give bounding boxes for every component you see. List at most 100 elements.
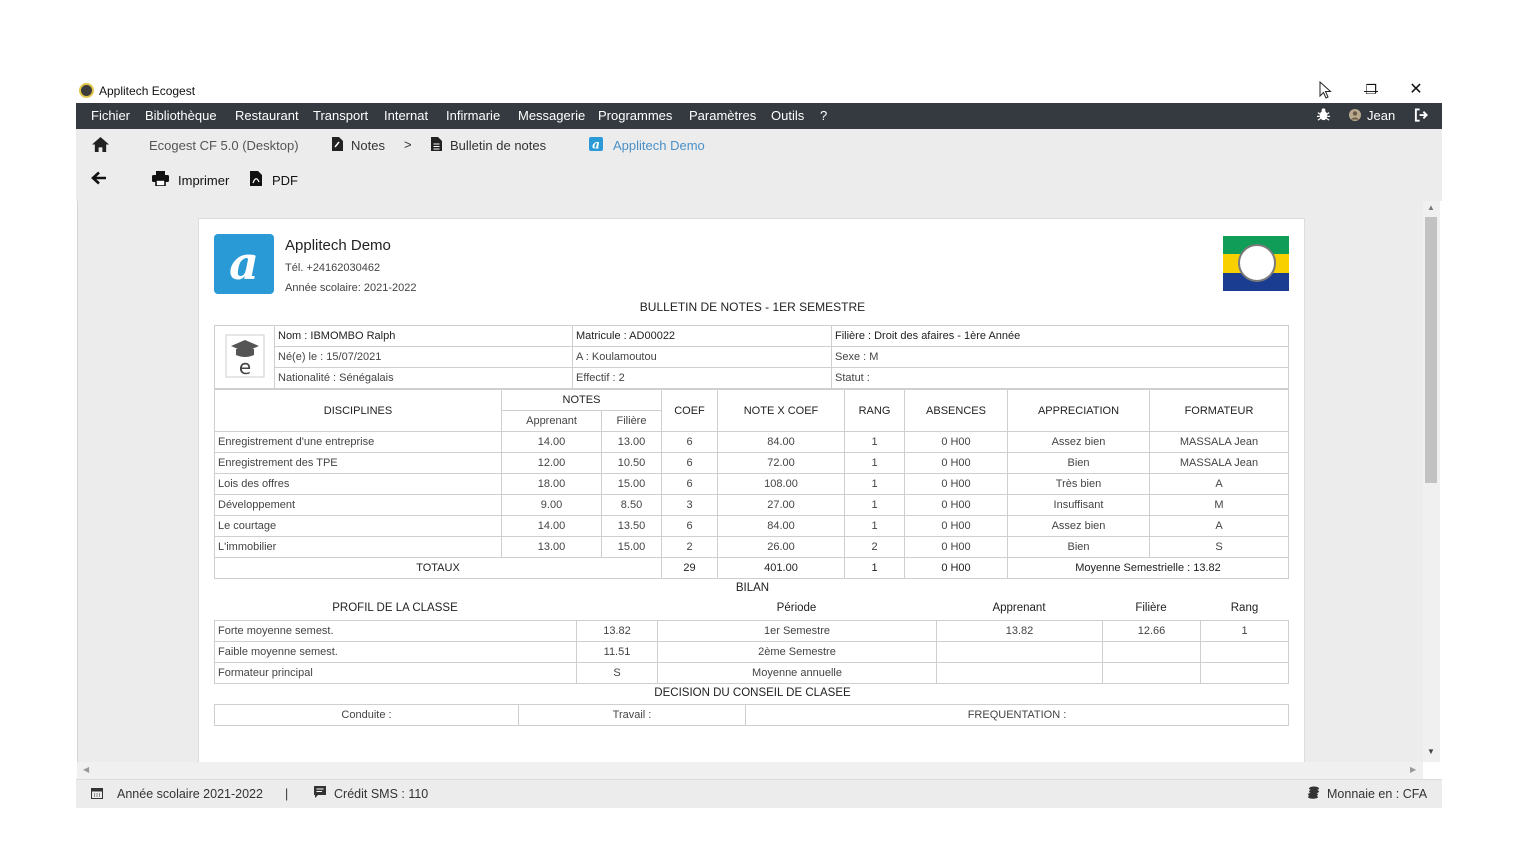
print-button[interactable]: Imprimer	[178, 173, 229, 188]
menu-parametres[interactable]: Paramètres	[689, 108, 756, 123]
cell-profil-value: 13.82	[576, 620, 658, 642]
sms-icon	[314, 786, 326, 802]
menu-internat[interactable]: Internat	[384, 108, 428, 123]
cell-appreciation: Bien	[1007, 452, 1150, 474]
school-year: Année scolaire: 2021-2022	[285, 282, 417, 294]
col-disciplines: DISCIPLINES	[214, 389, 502, 432]
cell-rang: 2	[844, 536, 905, 558]
cell-appreciation: Insuffisant	[1007, 494, 1150, 516]
student-filiere: Filière : Droit des afaires - 1ère Année	[831, 325, 1289, 347]
cell-appreciation: Bien	[1007, 536, 1150, 558]
breadcrumb-separator: >	[404, 137, 412, 152]
cell-apprenant: 9.00	[501, 494, 602, 516]
cell-periode-apprenant	[936, 662, 1103, 684]
cell-periode-filiere	[1102, 641, 1201, 663]
student-sexe: Sexe : M	[831, 346, 1289, 368]
back-arrow-icon[interactable]	[91, 171, 107, 188]
gabon-flag-seal-icon	[1223, 236, 1289, 291]
school-logo: a	[214, 234, 274, 294]
menu-messagerie[interactable]: Messagerie	[518, 108, 585, 123]
col-formateur: FORMATEUR	[1149, 389, 1289, 432]
menu-programmes[interactable]: Programmes	[598, 108, 672, 123]
pdf-file-icon[interactable]	[250, 171, 262, 189]
decision-title: DECISION DU CONSEIL DE CLASEE	[654, 687, 851, 699]
student-avatar: e	[214, 325, 275, 389]
notes-file-icon	[332, 137, 343, 154]
breadcrumb-school[interactable]: Applitech Demo	[613, 138, 705, 153]
cell-discipline: Développement	[214, 494, 502, 516]
col-notes: NOTES	[501, 389, 662, 411]
vertical-scroll-thumb[interactable]	[1425, 217, 1437, 483]
decision-frequentation: FREQUENTATION :	[745, 704, 1289, 726]
scroll-up-icon[interactable]: ▲	[1427, 203, 1435, 212]
menu-fichier[interactable]: Fichier	[91, 108, 130, 123]
cell-formateur: M	[1149, 494, 1289, 516]
cell-note-x-coef: 72.00	[717, 452, 845, 474]
breadcrumb-app[interactable]: Ecogest CF 5.0 (Desktop)	[149, 138, 299, 153]
menu-transport[interactable]: Transport	[313, 108, 368, 123]
totals-coef: 29	[661, 557, 718, 579]
cell-discipline: Lois des offres	[214, 473, 502, 495]
window-title: Applitech Ecogest	[99, 84, 196, 98]
status-school-year: Année scolaire 2021-2022	[117, 787, 263, 801]
menu-outils[interactable]: Outils	[771, 108, 804, 123]
cell-profil-value: 11.51	[576, 641, 658, 663]
decision-table: Conduite : Travail : FREQUENTATION :	[214, 704, 1289, 726]
user-name[interactable]: Jean	[1367, 108, 1395, 123]
cell-appreciation: Assez bien	[1007, 515, 1150, 537]
logout-icon[interactable]	[1414, 108, 1429, 125]
cell-absences: 0 H00	[904, 431, 1008, 453]
cell-filiere: 15.00	[601, 473, 662, 495]
pdf-button[interactable]: PDF	[272, 173, 298, 188]
profil-title: PROFIL DE LA CLASSE	[332, 602, 458, 614]
cell-absences: 0 H00	[904, 515, 1008, 537]
cell-formateur: MASSALA Jean	[1149, 452, 1289, 474]
col-coef: COEF	[661, 389, 718, 432]
grades-table: DISCIPLINES NOTES COEF NOTE X COEF RANG …	[214, 389, 1289, 579]
menu-bibliotheque[interactable]: Bibliothèque	[145, 108, 217, 123]
menu-infirmarie[interactable]: Infirmarie	[446, 108, 500, 123]
scroll-right-icon[interactable]: ▶	[1410, 765, 1416, 774]
restore-button[interactable]: ❐	[1351, 80, 1391, 103]
scroll-down-icon[interactable]: ▼	[1427, 747, 1435, 756]
navigation-area: Ecogest CF 5.0 (Desktop) Notes > Bulleti…	[76, 129, 1442, 201]
close-button[interactable]: ✕	[1396, 80, 1436, 103]
breadcrumb-notes[interactable]: Notes	[351, 138, 385, 153]
app-logo-icon	[79, 83, 94, 98]
apprenant-header: Apprenant	[992, 602, 1046, 614]
scroll-left-icon[interactable]: ◀	[83, 765, 89, 774]
home-icon[interactable]	[91, 136, 110, 156]
cell-profil-value: S	[576, 662, 658, 684]
cell-periode-rang	[1200, 641, 1289, 663]
cell-discipline: L'immobilier	[214, 536, 502, 558]
window-titlebar: Applitech Ecogest — ❐ ✕	[76, 80, 1442, 103]
cell-formateur: A	[1149, 515, 1289, 537]
cell-absences: 0 H00	[904, 536, 1008, 558]
totals-rang: 1	[844, 557, 905, 579]
school-name: Applitech Demo	[285, 237, 391, 254]
vertical-scrollbar[interactable]: ▲ ▼	[1423, 201, 1440, 762]
cell-rang: 1	[844, 452, 905, 474]
cell-absences: 0 H00	[904, 452, 1008, 474]
cell-coef: 6	[661, 452, 718, 474]
table-row: Le courtage 14.00 13.50 6 84.00 1 0 H00 …	[214, 515, 1289, 537]
school-logo-icon: a	[589, 137, 603, 154]
col-note-x-coef: NOTE X COEF	[717, 389, 845, 432]
cell-periode-apprenant	[936, 641, 1103, 663]
cell-profil-label: Forte moyenne semest.	[214, 620, 577, 642]
totals-absences: 0 H00	[904, 557, 1008, 579]
breadcrumb-bulletin[interactable]: Bulletin de notes	[450, 138, 546, 153]
status-sms-credit: Crédit SMS : 110	[334, 787, 429, 801]
horizontal-scrollbar[interactable]: ◀ ▶	[77, 762, 1423, 779]
menu-restaurant[interactable]: Restaurant	[235, 108, 299, 123]
user-avatar-icon[interactable]	[1349, 109, 1361, 124]
cell-rang: 1	[844, 431, 905, 453]
printer-icon[interactable]	[152, 171, 169, 189]
bug-icon[interactable]	[1316, 107, 1331, 125]
totals-note-x-coef: 401.00	[717, 557, 845, 579]
table-row: Faible moyenne semest. 11.51 2ème Semest…	[214, 641, 1289, 663]
cell-periode: Moyenne annuelle	[657, 662, 937, 684]
cell-filiere: 8.50	[601, 494, 662, 516]
menu-help[interactable]: ?	[820, 108, 827, 123]
table-row: Forte moyenne semest. 13.82 1er Semestre…	[214, 620, 1289, 642]
